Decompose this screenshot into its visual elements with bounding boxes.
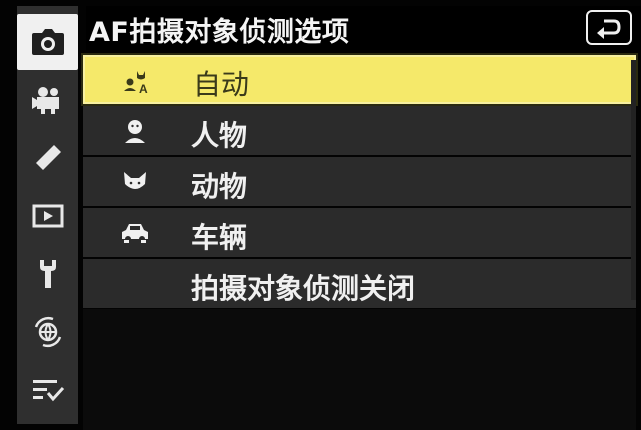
menu-item-label: 自动 — [193, 68, 250, 101]
person-face-icon — [118, 116, 152, 146]
return-arrow-icon — [597, 19, 621, 39]
page-title: AF拍摄对象侦测选项 — [89, 17, 350, 48]
menu-item-people[interactable]: 人物 — [83, 106, 636, 155]
playback-icon — [32, 204, 63, 228]
auto-subject-icon: A — [120, 67, 154, 97]
menu-item-animals[interactable]: 动物 — [83, 157, 636, 206]
tab-my-menu[interactable] — [17, 362, 78, 418]
vehicle-icon — [118, 218, 152, 248]
tab-photo-shooting[interactable] — [17, 14, 78, 70]
network-globe-icon — [34, 316, 61, 348]
back-button[interactable] — [586, 10, 632, 45]
svg-text:A: A — [139, 82, 148, 95]
tab-setup[interactable] — [17, 246, 78, 302]
menu-header: AF拍摄对象侦测选项 — [86, 6, 641, 50]
tab-playback[interactable] — [17, 188, 78, 244]
menu-item-vehicles[interactable]: 车辆 — [83, 208, 636, 257]
pencil-icon — [35, 145, 61, 170]
camera-screen: AF拍摄对象侦测选项 A 自动 人物 动物 车辆 拍摄对象侦测关闭 — [0, 0, 641, 430]
menu-item-auto[interactable]: A 自动 — [81, 53, 638, 106]
menu-item-label: 拍摄对象侦测关闭 — [191, 272, 416, 305]
menu-item-label: 动物 — [191, 170, 248, 203]
tab-movie-shooting[interactable] — [17, 72, 78, 128]
menu-item-label: 人物 — [191, 119, 248, 152]
camera-icon — [31, 29, 64, 55]
scrollbar[interactable] — [631, 60, 636, 300]
animal-face-icon — [118, 167, 152, 197]
movie-camera-icon — [31, 87, 59, 114]
menu-item-label: 车辆 — [191, 221, 248, 254]
wrench-icon — [39, 260, 56, 288]
menu-sidebar — [17, 6, 78, 424]
empty-menu-area — [83, 309, 636, 430]
my-menu-icon — [32, 380, 64, 402]
tab-custom-settings[interactable] — [17, 130, 78, 186]
tab-network[interactable] — [17, 304, 78, 360]
menu-item-detection-off[interactable]: 拍摄对象侦测关闭 — [83, 259, 636, 308]
